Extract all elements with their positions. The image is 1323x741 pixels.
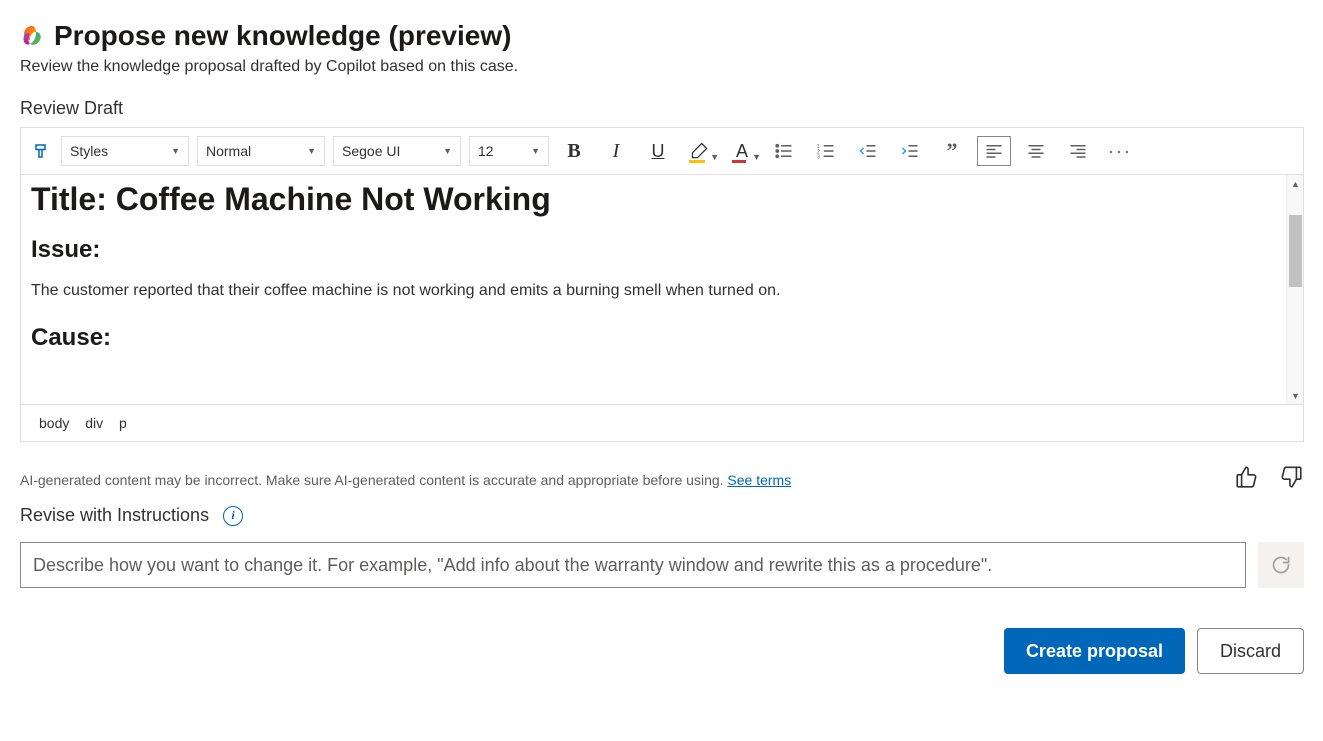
copilot-icon (20, 24, 44, 48)
rich-text-editor: Styles ▼ Normal ▼ Segoe UI ▼ 12 ▼ B I U … (20, 127, 1304, 442)
thumbs-down-icon[interactable] (1278, 464, 1304, 495)
chevron-down-icon: ▼ (531, 146, 540, 156)
scroll-thumb[interactable] (1289, 215, 1302, 287)
align-left-button[interactable] (977, 136, 1011, 166)
font-color-button[interactable]: A ▼ (725, 136, 759, 166)
issue-body: The customer reported that their coffee … (31, 282, 1285, 300)
chevron-down-icon: ▼ (171, 146, 180, 156)
page-title: Propose new knowledge (preview) (54, 20, 511, 52)
size-value: 12 (478, 143, 494, 159)
review-draft-label: Review Draft (20, 98, 1303, 119)
scrollbar[interactable]: ▲ ▼ (1286, 175, 1303, 404)
format-value: Normal (206, 143, 251, 159)
revise-instructions-input[interactable] (20, 542, 1246, 588)
align-center-button[interactable] (1019, 136, 1053, 166)
font-select[interactable]: Segoe UI ▼ (333, 136, 461, 166)
info-icon[interactable]: i (223, 506, 243, 526)
svg-text:3: 3 (817, 155, 820, 161)
bullet-list-button[interactable] (767, 136, 801, 166)
highlight-button[interactable]: ▼ (683, 136, 717, 166)
chevron-down-icon: ▼ (307, 146, 316, 156)
disclaimer-text: AI-generated content may be incorrect. M… (20, 472, 727, 488)
path-div[interactable]: div (85, 415, 103, 431)
discard-button[interactable]: Discard (1197, 628, 1304, 674)
draft-title: Title: Coffee Machine Not Working (31, 181, 1285, 218)
chevron-down-icon: ▼ (752, 152, 761, 162)
align-right-button[interactable] (1061, 136, 1095, 166)
issue-heading: Issue: (31, 236, 1285, 264)
bold-button[interactable]: B (557, 136, 591, 166)
create-proposal-button[interactable]: Create proposal (1004, 628, 1185, 674)
regenerate-button[interactable] (1258, 542, 1304, 588)
indent-button[interactable] (893, 136, 927, 166)
path-p[interactable]: p (119, 415, 127, 431)
quote-button[interactable]: ” (935, 136, 969, 166)
thumbs-up-icon[interactable] (1234, 464, 1260, 495)
styles-value: Styles (70, 143, 108, 159)
page-subtitle: Review the knowledge proposal drafted by… (20, 58, 1303, 76)
revise-label: Revise with Instructions (20, 505, 209, 526)
scroll-up-icon[interactable]: ▲ (1287, 175, 1303, 192)
chevron-down-icon: ▼ (443, 146, 452, 156)
font-size-select[interactable]: 12 ▼ (469, 136, 549, 166)
more-button[interactable]: ··· (1103, 136, 1137, 166)
cause-heading: Cause: (31, 324, 1285, 352)
editor-content-area[interactable]: Title: Coffee Machine Not Working Issue:… (21, 175, 1303, 404)
chevron-down-icon: ▼ (710, 152, 719, 162)
format-painter-button[interactable] (31, 140, 53, 162)
see-terms-link[interactable]: See terms (727, 472, 791, 488)
styles-select[interactable]: Styles ▼ (61, 136, 189, 166)
format-select[interactable]: Normal ▼ (197, 136, 325, 166)
italic-button[interactable]: I (599, 136, 633, 166)
numbered-list-button[interactable]: 123 (809, 136, 843, 166)
element-path-bar: body div p (21, 404, 1303, 441)
font-value: Segoe UI (342, 143, 400, 159)
editor-toolbar: Styles ▼ Normal ▼ Segoe UI ▼ 12 ▼ B I U … (21, 128, 1303, 175)
underline-button[interactable]: U (641, 136, 675, 166)
path-body[interactable]: body (39, 415, 69, 431)
scroll-down-icon[interactable]: ▼ (1287, 387, 1303, 404)
ai-disclaimer: AI-generated content may be incorrect. M… (20, 472, 791, 488)
outdent-button[interactable] (851, 136, 885, 166)
